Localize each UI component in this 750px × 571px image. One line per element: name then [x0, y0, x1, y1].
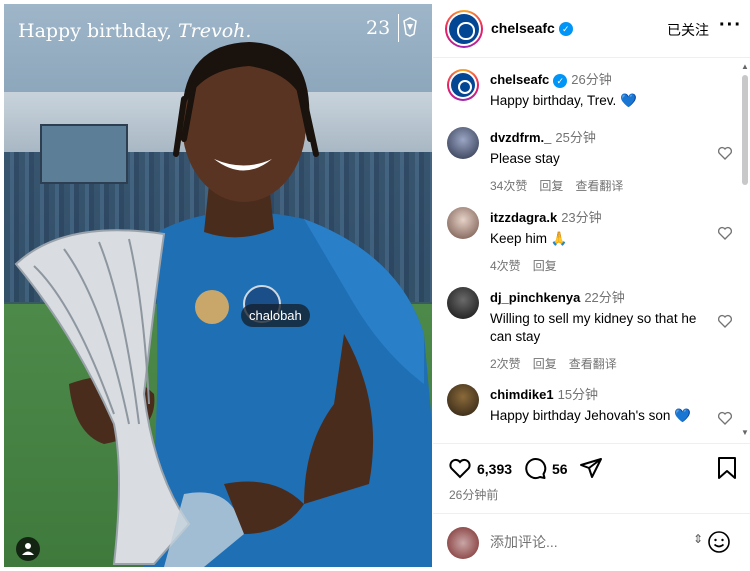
emoji-icon[interactable]: [707, 530, 731, 554]
club-crest-icon: [398, 14, 418, 42]
caption-text: Happy birthday, Trev. 💙: [490, 93, 637, 108]
post-image[interactable]: Happy birthday, Trevoh. 23 chalobah: [4, 4, 432, 567]
header-username[interactable]: chelseafc ✓: [491, 20, 573, 37]
comment-username[interactable]: dj_pinchkenya: [490, 290, 580, 305]
comment-text: Willing to sell my kidney so that he can…: [490, 311, 697, 344]
avatar[interactable]: [447, 69, 479, 101]
avatar[interactable]: [447, 384, 479, 416]
avatar[interactable]: [447, 287, 479, 319]
comment-icon[interactable]: [523, 456, 547, 480]
scroll-down-arrow-icon[interactable]: ▼: [741, 428, 749, 437]
verified-icon: ✓: [558, 22, 573, 37]
verified-icon: ✓: [553, 73, 568, 88]
player-illustration: [14, 42, 432, 567]
following-button[interactable]: 已关注: [667, 20, 709, 40]
likes-count[interactable]: 34次赞: [490, 179, 527, 193]
avatar[interactable]: [447, 207, 479, 239]
comment-time: 22分钟: [584, 290, 625, 305]
comments-total[interactable]: 56: [552, 461, 568, 477]
comment-username[interactable]: dvzdfrm._: [490, 130, 551, 145]
reply-button[interactable]: 回复: [533, 357, 557, 371]
posted-time: 26分钟前: [449, 488, 499, 502]
share-icon[interactable]: [579, 456, 603, 480]
likes-count[interactable]: 2次赞: [490, 357, 521, 371]
like-heart-icon[interactable]: [717, 225, 733, 241]
reply-button[interactable]: 回复: [539, 179, 563, 193]
comment-time: 15分钟: [557, 387, 599, 402]
bookmark-icon[interactable]: [716, 456, 738, 480]
avatar[interactable]: [445, 10, 483, 48]
comment-username[interactable]: itzzdagra.k: [490, 210, 557, 225]
comment-username[interactable]: chelseafc: [490, 72, 549, 87]
avatar[interactable]: [447, 127, 479, 159]
scroll-up-arrow-icon[interactable]: ▲: [741, 62, 749, 71]
more-options-icon[interactable]: ···: [719, 14, 742, 37]
comment-time: 25分钟: [555, 130, 596, 145]
avatar: [447, 527, 479, 559]
comment-input[interactable]: [490, 534, 680, 550]
like-heart-icon[interactable]: [717, 410, 733, 426]
translate-button[interactable]: 查看翻译: [575, 179, 623, 193]
like-heart-icon[interactable]: [717, 313, 733, 329]
likes-total[interactable]: 6,393: [477, 461, 512, 477]
likes-count[interactable]: 4次赞: [490, 259, 521, 273]
post-caption-overlay: Happy birthday, Trevoh.: [18, 20, 251, 42]
comment-time: 26分钟: [571, 72, 612, 87]
sort-icon[interactable]: ⇕: [693, 532, 703, 546]
caption-prefix: Happy birthday,: [18, 20, 178, 42]
like-heart-icon[interactable]: [447, 456, 473, 480]
post-panel: chelseafc ✓ 已关注 ··· chelseafc ✓ 26分钟 Happy …: [433, 0, 750, 571]
post-actions: 6,393 56 26分钟前: [433, 443, 750, 513]
comment-text: Please stay: [490, 151, 560, 166]
comments-list: chelseafc ✓ 26分钟 Happy birthday, Trev. 💙 d…: [433, 59, 750, 443]
like-heart-icon[interactable]: [717, 145, 733, 161]
user-tag-label[interactable]: chalobah: [241, 304, 310, 327]
tagged-users-icon[interactable]: [16, 537, 40, 561]
translate-button[interactable]: 查看翻译: [569, 357, 617, 371]
scrollbar-thumb[interactable]: [742, 75, 748, 185]
comment-username[interactable]: chimdike1: [490, 387, 554, 402]
shirt-number: 23: [366, 17, 391, 39]
comment-composer: ⇕: [433, 513, 750, 571]
comment-time: 23分钟: [561, 210, 602, 225]
caption-name: Trevoh.: [177, 20, 252, 42]
reply-button[interactable]: 回复: [533, 259, 557, 273]
comment-text: Happy birthday Jehovah's son 💙: [490, 408, 691, 423]
comment-text: Keep him 🙏: [490, 231, 568, 246]
post-header: chelseafc ✓ 已关注 ···: [433, 0, 750, 58]
